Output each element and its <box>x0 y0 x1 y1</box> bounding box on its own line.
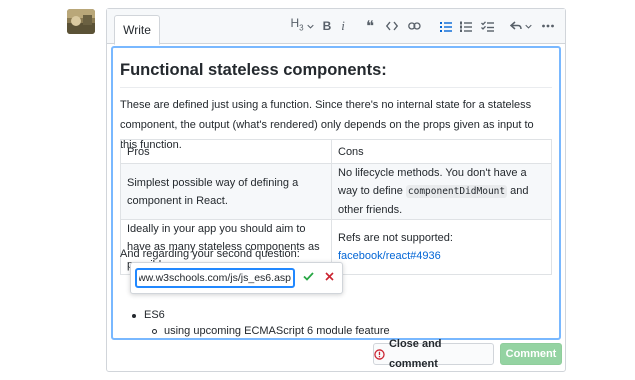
bulleted-list-icon <box>440 21 452 32</box>
italic-icon: i <box>341 18 345 33</box>
list-item: ES6 <box>144 309 165 321</box>
avatar[interactable] <box>67 9 95 34</box>
sublist-item: using upcoming ECMAScript 6 module featu… <box>164 325 390 337</box>
heading-button[interactable]: H3 <box>290 16 314 34</box>
quote-icon: ❝ <box>365 17 375 35</box>
issue-closed-icon <box>374 348 385 360</box>
code-icon <box>386 21 398 31</box>
sublist-bullet <box>152 329 157 334</box>
check-icon[interactable] <box>303 272 314 281</box>
link-icon <box>407 22 421 30</box>
link-url-popup <box>130 262 343 294</box>
section-heading: Functional stateless components: <box>120 57 552 88</box>
quote-button[interactable]: ❝ <box>363 18 377 34</box>
numbered-list-icon <box>460 21 472 32</box>
numbered-list-button[interactable] <box>459 18 473 34</box>
table-cell-con: No lifecycle methods. You don't have a w… <box>331 163 552 220</box>
more-options-button[interactable] <box>541 18 555 34</box>
regarding-paragraph: And regarding your second question: <box>120 248 300 260</box>
link-button[interactable] <box>407 18 421 34</box>
comment-button[interactable]: Comment <box>500 343 562 365</box>
bold-button[interactable]: B <box>321 18 333 34</box>
heading-icon: H3 <box>290 16 304 33</box>
reply-button[interactable] <box>510 18 532 34</box>
bold-icon: B <box>322 19 332 33</box>
table-header-cons: Cons <box>331 139 552 164</box>
table-cell-pro: Simplest possible way of defining a comp… <box>120 163 332 220</box>
list-bullet <box>132 314 136 318</box>
inline-code: componentDidMount <box>405 185 508 198</box>
editor-header: Write H3 B i ❝ <box>107 9 565 45</box>
close-and-comment-button[interactable]: Close and comment <box>373 338 494 370</box>
task-list-icon <box>480 20 494 32</box>
close-icon[interactable] <box>325 272 334 281</box>
table-row: Simplest possible way of defining a comp… <box>120 163 552 220</box>
code-button[interactable] <box>385 18 399 34</box>
bulleted-list-button[interactable] <box>439 18 453 34</box>
tab-write[interactable]: Write <box>114 15 160 45</box>
table-header-pros: Pros <box>120 139 332 164</box>
kebab-horizontal-icon <box>542 24 554 28</box>
issue-link[interactable]: facebook/react#4936 <box>338 250 441 262</box>
link-url-input[interactable] <box>135 268 295 288</box>
reply-icon <box>510 21 522 30</box>
chevron-down-icon <box>525 24 532 29</box>
chevron-down-icon <box>306 24 314 29</box>
comment-form: Write H3 B i ❝ Functional stateless comp… <box>106 8 566 372</box>
italic-button[interactable]: i <box>338 18 348 34</box>
close-and-comment-label: Close and comment <box>388 338 442 370</box>
comment-editor[interactable]: Functional stateless components: These a… <box>111 46 561 340</box>
table-cell-con: Refs are not supported: facebook/react#4… <box>331 219 552 275</box>
task-list-button[interactable] <box>480 18 494 34</box>
